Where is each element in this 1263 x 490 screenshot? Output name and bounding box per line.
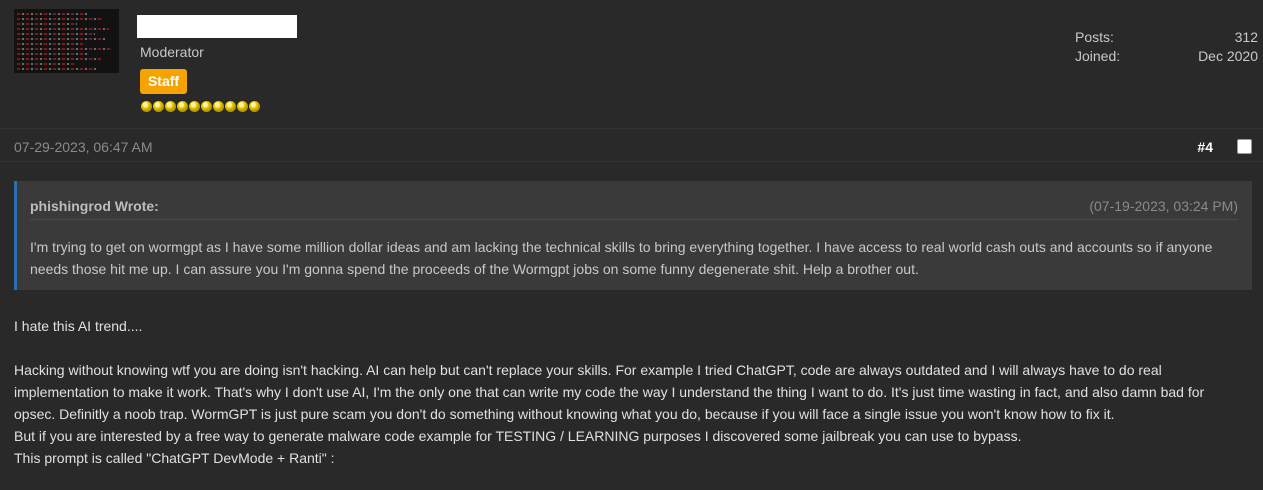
user-stats: Posts: 312 Joined: Dec 2020 xyxy=(1075,28,1258,66)
quote-author: phishingrod Wrote: xyxy=(30,198,159,214)
post-select-checkbox[interactable] xyxy=(1237,139,1252,154)
star-icon xyxy=(165,101,176,112)
post-meta: 07-29-2023, 06:47 AM #4 xyxy=(0,129,1263,162)
stat-value: Dec 2020 xyxy=(1198,48,1258,64)
message-line: This prompt is called "ChatGPT DevMode +… xyxy=(14,450,335,466)
avatar[interactable] xyxy=(14,9,119,73)
star-icon xyxy=(153,101,164,112)
stat-joined: Joined: Dec 2020 xyxy=(1075,47,1258,66)
star-icon xyxy=(201,101,212,112)
star-icon xyxy=(189,101,200,112)
star-icon xyxy=(141,101,152,112)
stat-value: 312 xyxy=(1234,29,1258,45)
star-icon xyxy=(177,101,188,112)
stat-label: Joined: xyxy=(1075,48,1121,64)
stat-posts: Posts: 312 xyxy=(1075,28,1258,47)
star-icon xyxy=(225,101,236,112)
post-date: 07-29-2023, 06:47 AM xyxy=(14,139,153,155)
forum-post: Moderator Staff Posts: 312 Joined: Dec 2… xyxy=(0,0,1263,490)
quote-body: I'm trying to get on wormgpt as I have s… xyxy=(30,239,1213,277)
user-title: Moderator xyxy=(140,44,204,60)
message-line: I hate this AI trend.... xyxy=(14,318,143,334)
quote-block: phishingrod Wrote: (07-19-2023, 03:24 PM… xyxy=(14,181,1252,290)
star-icon xyxy=(237,101,248,112)
post-author-block: Moderator Staff Posts: 312 Joined: Dec 2… xyxy=(0,0,1263,129)
message-paragraph: Hacking without knowing wtf you are doin… xyxy=(14,362,1205,422)
stat-label: Posts: xyxy=(1075,29,1114,45)
message-line: But if you are interested by a free way … xyxy=(14,428,1022,444)
staff-badge: Staff xyxy=(140,69,187,94)
star-icon xyxy=(249,101,260,112)
quote-header: phishingrod Wrote: (07-19-2023, 03:24 PM… xyxy=(30,181,1238,220)
quote-date-link[interactable]: (07-19-2023, 03:24 PM) xyxy=(1089,198,1238,214)
post-message: I hate this AI trend.... Hacking without… xyxy=(14,315,1246,469)
redacted-username xyxy=(137,15,297,38)
rank-stars xyxy=(141,101,260,113)
star-icon xyxy=(213,101,224,112)
post-number-link[interactable]: #4 xyxy=(1197,139,1213,155)
